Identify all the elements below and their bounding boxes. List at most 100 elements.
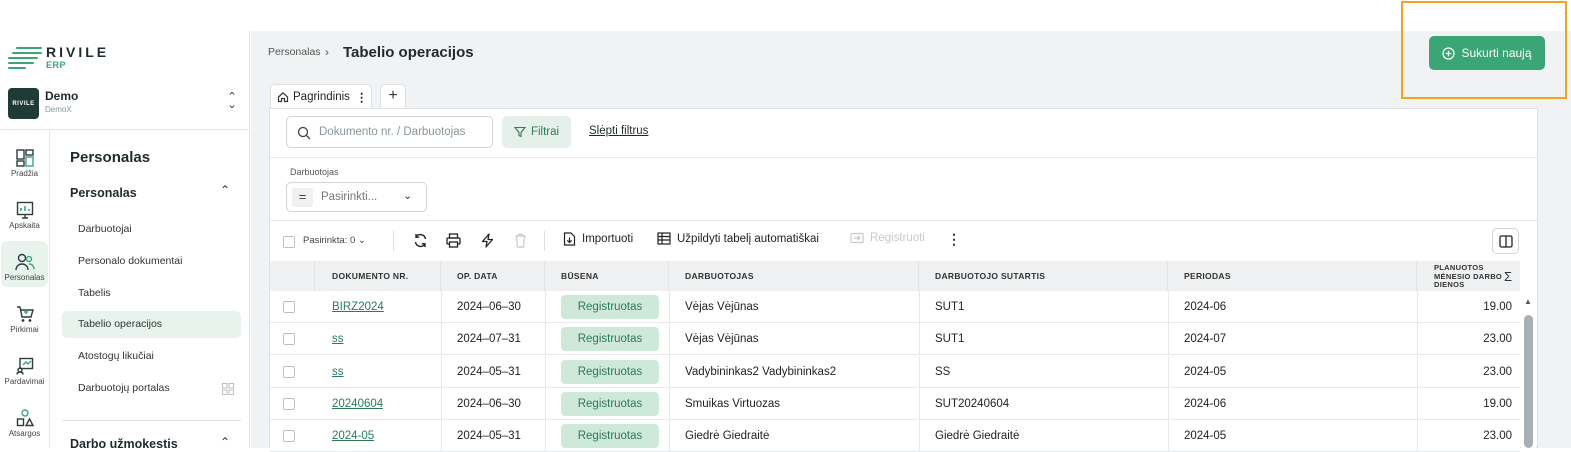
scroll-thumb[interactable]: [1524, 315, 1533, 448]
cell-divider: [1168, 388, 1169, 420]
rail-item-personalas[interactable]: Personalas: [1, 241, 48, 287]
rail-label: Personalas: [4, 273, 45, 282]
hide-filters-link[interactable]: Slėpti filtrus: [589, 125, 648, 137]
column-header-document-no[interactable]: DOKUMENTO NR.: [315, 261, 441, 291]
cell-divider: [1417, 323, 1418, 355]
employee-filter-placeholder: Pasirinkti...: [321, 191, 378, 203]
employee-cell: Vėjas Vėjūnas: [685, 301, 759, 313]
planned-days-cell: 19.00: [1483, 301, 1512, 313]
table-row[interactable]: BIRZ2024 2024–06–30 Registruotas Vėjas Vėjū…: [270, 291, 1520, 323]
cell-divider: [1417, 388, 1418, 420]
row-checkbox[interactable]: [283, 398, 295, 410]
contract-cell: SUT1: [935, 301, 965, 313]
scroll-up-arrow-icon[interactable]: ▲: [1524, 297, 1532, 306]
rail-item-pradzia[interactable]: Pradžia: [1, 137, 48, 183]
row-checkbox[interactable]: [283, 430, 295, 442]
column-header-planned-days[interactable]: PLANUOTOS MĖNESIO DARBO DIENOS Σ: [1417, 261, 1520, 291]
autofill-timesheet-button[interactable]: Užpildyti tabelį automatiškai: [657, 232, 819, 245]
rail-item-apskaita[interactable]: Apskaita: [1, 189, 48, 235]
tab-pagrindinis[interactable]: Pagrindinis ⋮: [270, 84, 372, 108]
column-header-op-date[interactable]: OP. DATA: [441, 261, 545, 291]
planned-days-cell: 23.00: [1483, 333, 1512, 345]
cell-divider: [919, 356, 920, 388]
rail-label: Atsargos: [8, 429, 41, 438]
search-icon: [297, 126, 311, 140]
row-checkbox[interactable]: [283, 301, 295, 313]
cell-divider: [919, 420, 920, 452]
import-button[interactable]: Importuoti: [563, 232, 633, 246]
rail-item-pardavimai[interactable]: Pardavimai: [1, 345, 48, 391]
cell-divider: [1168, 420, 1169, 452]
selected-count-dropdown[interactable]: Pasirinkta: 0 ⌄: [303, 235, 366, 246]
employee-cell: Vėjas Vėjūnas: [685, 333, 759, 345]
file-import-icon: [563, 232, 576, 246]
rail-item-atsargos[interactable]: Atsargos: [1, 397, 48, 443]
column-header-employee[interactable]: DARBUOTOJAS: [669, 261, 919, 291]
table-row[interactable]: 2024-05 2024–05–31 Registruotas Giedrė Gied…: [270, 420, 1520, 452]
contract-cell: Giedrė Giedraitė: [935, 430, 1020, 442]
table-row[interactable]: ss 2024–05–31 Registruotas Vadybininkas2 Va…: [270, 356, 1520, 388]
table-icon: [657, 232, 671, 245]
logo[interactable]: RIVILE ERP: [8, 44, 128, 70]
company-switcher[interactable]: RIVILE Demo DemoX ⌃ ⌄: [0, 84, 250, 130]
shapes-icon: [16, 409, 34, 427]
sum-icon[interactable]: Σ: [1504, 262, 1512, 292]
add-tab-button[interactable]: +: [380, 84, 406, 108]
table-row[interactable]: ss 2024–07–31 Registruotas Vėjas Vėjūnas SUT…: [270, 323, 1520, 355]
equals-operator-icon[interactable]: =: [292, 188, 313, 207]
employee-filter-select[interactable]: = Pasirinkti... ⌄: [286, 182, 427, 212]
document-number-link[interactable]: ss: [332, 356, 344, 388]
nav-item-personalo-dokumentai[interactable]: Personalo dokumentai: [62, 248, 241, 275]
column-layout-button[interactable]: [1492, 228, 1519, 254]
document-number-link[interactable]: ss: [332, 323, 344, 355]
chevron-updown-icon[interactable]: ⌃ ⌄: [225, 92, 239, 111]
row-checkbox[interactable]: [283, 333, 295, 345]
chevron-up-icon[interactable]: ⌃: [220, 183, 230, 197]
breadcrumb-parent[interactable]: Personalas: [268, 46, 321, 58]
table-scrollbar[interactable]: ▲: [1521, 291, 1536, 448]
cell-divider: [441, 388, 442, 420]
nav-group-darbo-uzmokestis[interactable]: Darbo užmokestis: [70, 437, 178, 451]
nav-item-darbuotojai[interactable]: Darbuotojai: [62, 216, 241, 243]
cell-divider: [1168, 291, 1169, 323]
kebab-menu-icon[interactable]: ⋮: [356, 90, 368, 104]
register-button[interactable]: Registruoti: [850, 232, 925, 244]
document-number-link[interactable]: 20240604: [332, 388, 383, 420]
document-number-link[interactable]: BIRZ2024: [332, 291, 384, 323]
planned-days-cell: 23.00: [1483, 366, 1512, 378]
company-name: Demo: [45, 89, 79, 103]
contract-cell: SUT20240604: [935, 398, 1010, 410]
select-all-checkbox[interactable]: [283, 236, 295, 248]
cell-divider: [1417, 420, 1418, 452]
row-checkbox[interactable]: [283, 366, 295, 378]
more-actions-icon[interactable]: ⋮: [947, 231, 961, 248]
column-header-period[interactable]: PERIODAS: [1168, 261, 1417, 291]
nav-item-tabelio-operacijos[interactable]: Tabelio operacijos: [62, 311, 241, 338]
filters-button[interactable]: Filtrai: [502, 116, 571, 148]
cell-divider: [545, 388, 546, 420]
table-row[interactable]: 20240604 2024–06–30 Registruotas Smuikas Vi…: [270, 388, 1520, 420]
autofill-label: Užpildyti tabelį automatiškai: [677, 232, 819, 245]
rail-label: Apskaita: [9, 221, 40, 230]
lightning-icon[interactable]: [480, 233, 495, 248]
cell-divider: [669, 323, 670, 355]
chevron-up-icon[interactable]: ⌃: [220, 435, 230, 449]
company-avatar: RIVILE: [8, 88, 39, 119]
nav-item-darbuotoju-portalas[interactable]: Darbuotojų portalas: [62, 375, 241, 402]
op-date-cell: 2024–07–31: [457, 333, 521, 345]
nav-item-atostogu-likuciai[interactable]: Atostogų likučiai: [62, 343, 241, 370]
period-cell: 2024-05: [1184, 366, 1227, 378]
cell-divider: [441, 356, 442, 388]
nav-item-tabelis[interactable]: Tabelis: [62, 280, 241, 307]
column-header-contract[interactable]: DARBUOTOJO SUTARTIS: [919, 261, 1168, 291]
search-input[interactable]: Dokumento nr. / Darbuotojas: [286, 116, 493, 148]
document-number-link[interactable]: 2024-05: [332, 420, 374, 452]
column-header-status[interactable]: BŪSENA: [545, 261, 669, 291]
trash-icon[interactable]: [514, 233, 527, 248]
rail-label: Pardavimai: [4, 377, 45, 386]
cell-divider: [1417, 291, 1418, 323]
rail-item-pirkimai[interactable]: Pirkimai: [1, 293, 48, 339]
nav-group-personalas[interactable]: Personalas: [70, 186, 137, 200]
print-icon[interactable]: [446, 233, 461, 248]
refresh-icon[interactable]: [413, 233, 428, 248]
